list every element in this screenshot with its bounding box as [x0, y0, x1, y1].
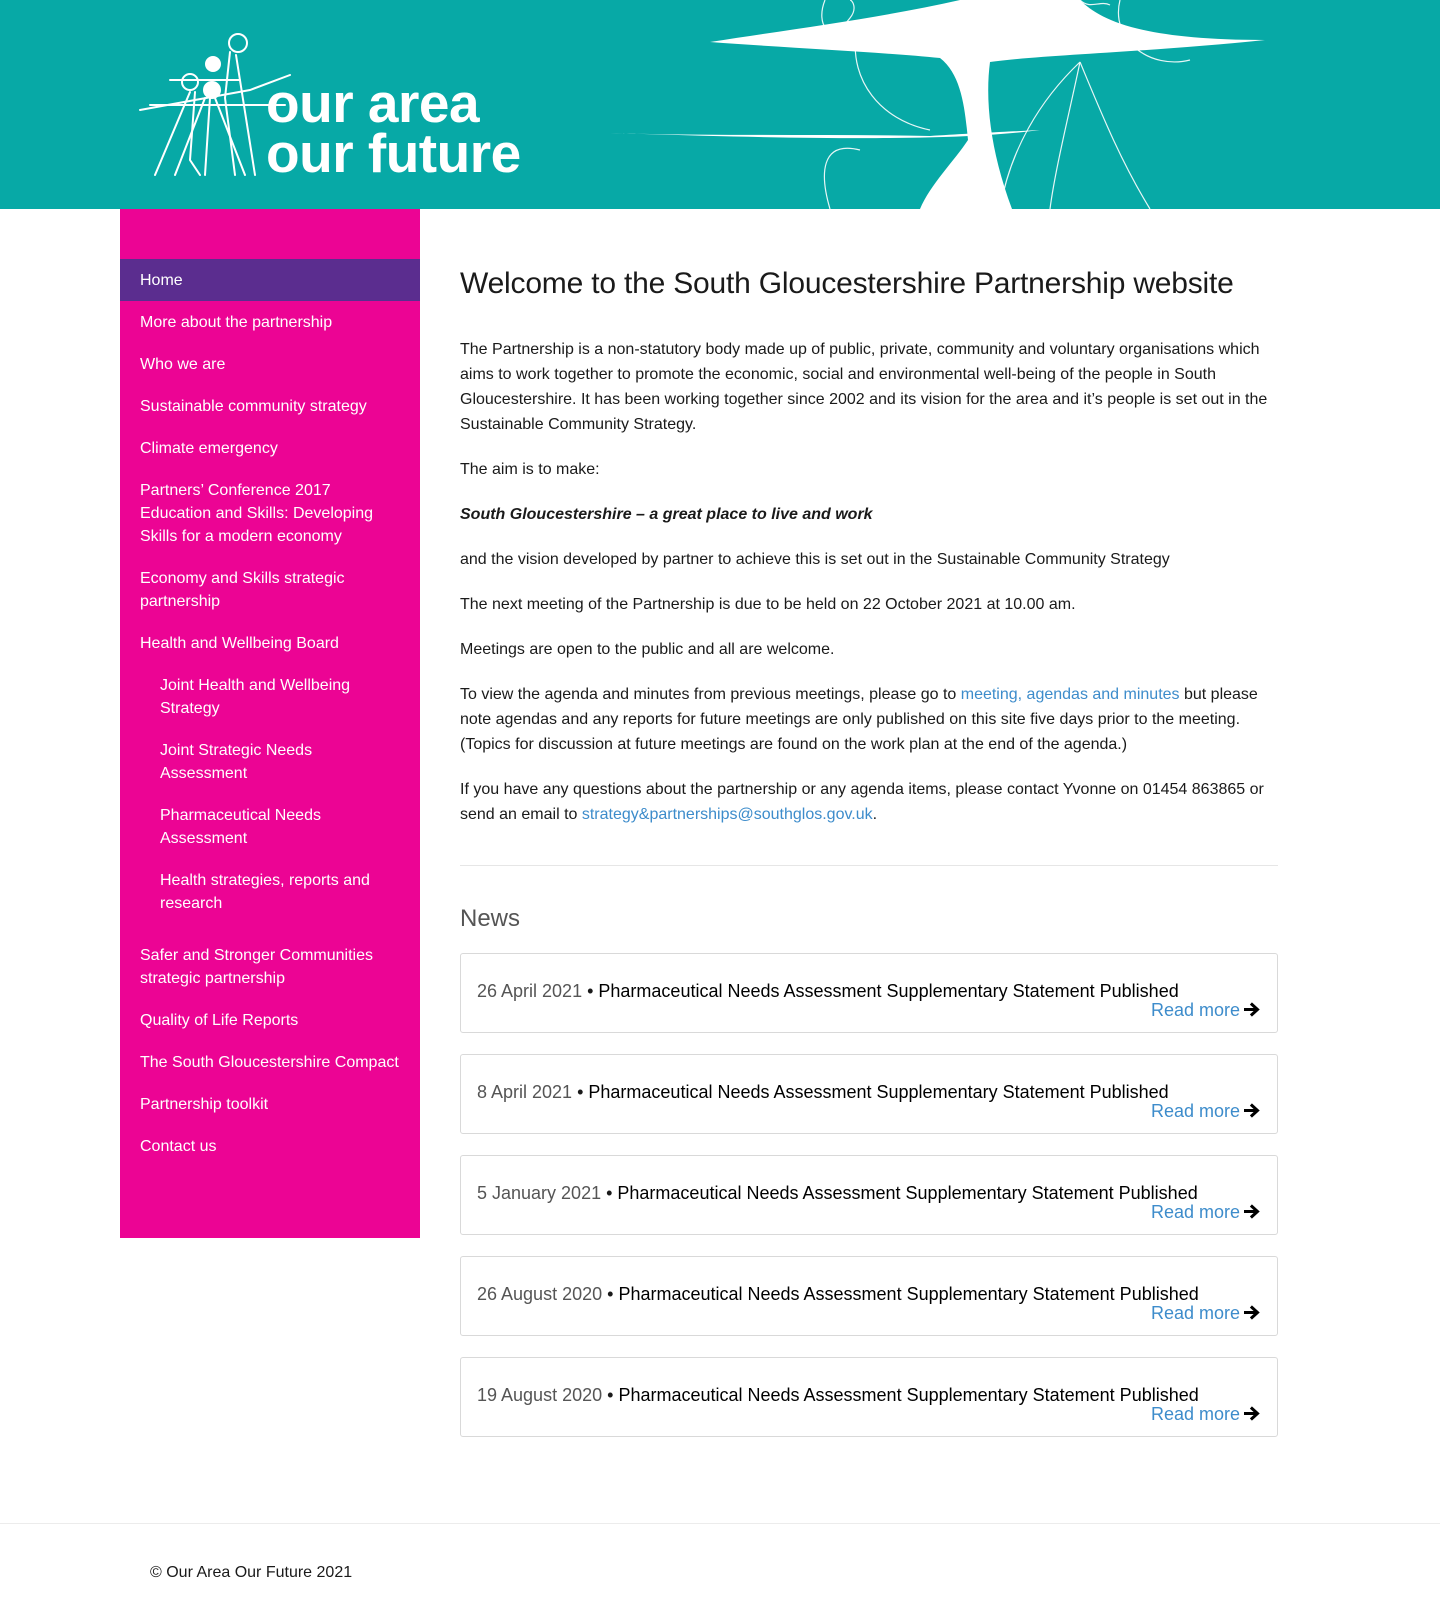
site-logo[interactable]: our area our future: [266, 72, 521, 184]
news-separator: •: [572, 1082, 589, 1102]
read-more-link[interactable]: Read more: [1151, 1200, 1261, 1224]
sidebar-item-contact-us[interactable]: Contact us: [120, 1125, 420, 1167]
main-content: Welcome to the South Gloucestershire Par…: [460, 209, 1278, 1458]
sidebar-item-compact[interactable]: The South Gloucestershire Compact: [120, 1041, 420, 1083]
news-headline: Pharmaceutical Needs Assessment Suppleme…: [618, 1284, 1199, 1304]
news-date: 19 August 2020: [477, 1385, 603, 1405]
sidebar-subitem-pharmaceutical-needs[interactable]: Pharmaceutical Needs Assessment: [120, 794, 420, 859]
nav-list: Home More about the partnership Who we a…: [120, 209, 420, 1167]
site-header: our area our future: [0, 0, 1440, 209]
site-footer: © Our Area Our Future 2021: [0, 1523, 1440, 1618]
news-list: 26 April 2021 • Pharmaceutical Needs Ass…: [460, 953, 1278, 1437]
news-heading: News: [460, 905, 521, 932]
news-headline: Pharmaceutical Needs Assessment Suppleme…: [588, 1082, 1169, 1102]
vision-statement: South Gloucestershire – a great place to…: [460, 506, 873, 523]
meetings-agendas-link[interactable]: meeting, agendas and minutes: [961, 686, 1180, 703]
page-title: Welcome to the South Gloucestershire Par…: [460, 267, 1234, 300]
news-card[interactable]: 26 August 2020 • Pharmaceutical Needs As…: [460, 1256, 1278, 1336]
sidebar-item-quality-of-life[interactable]: Quality of Life Reports: [120, 999, 420, 1041]
read-more-link[interactable]: Read more: [1151, 1402, 1261, 1426]
news-card[interactable]: 19 August 2020 • Pharmaceutical Needs As…: [460, 1357, 1278, 1437]
email-link[interactable]: strategy&partnerships@southglos.gov.uk: [582, 806, 873, 823]
sidebar-subitem-health-strategies[interactable]: Health strategies, reports and research: [120, 859, 420, 924]
sidebar-subitem-jsna[interactable]: Joint Strategic Needs Assessment: [120, 729, 420, 794]
news-separator: •: [602, 1385, 619, 1405]
sidebar-item-sustainable-strategy[interactable]: Sustainable community strategy: [120, 385, 420, 427]
agenda-paragraph: To view the agenda and minutes from prev…: [460, 682, 1278, 757]
sidebar-item-climate-emergency[interactable]: Climate emergency: [120, 427, 420, 469]
meetings-open-paragraph: Meetings are open to the public and all …: [460, 641, 835, 658]
header-decoration-icon: [139, 0, 1265, 209]
news-date: 26 April 2021: [477, 981, 583, 1001]
read-more-label: Read more: [1150, 1202, 1240, 1222]
vision-paragraph: and the vision developed by partner to a…: [460, 551, 1170, 568]
read-more-link[interactable]: Read more: [1151, 1099, 1261, 1123]
arrow-right-icon: [1244, 1103, 1260, 1118]
sidebar-nav: Home More about the partnership Who we a…: [120, 209, 420, 1238]
sidebar-item-toolkit[interactable]: Partnership toolkit: [120, 1083, 420, 1125]
news-separator: •: [602, 1284, 619, 1304]
sidebar-item-economy-skills[interactable]: Economy and Skills strategic partnership: [120, 557, 420, 622]
news-headline: Pharmaceutical Needs Assessment Suppleme…: [598, 981, 1179, 1001]
sidebar-item-more-about[interactable]: More about the partnership: [120, 301, 420, 343]
logo-line-2: our future: [266, 122, 521, 184]
news-date: 8 April 2021: [477, 1082, 573, 1102]
read-more-label: Read more: [1150, 1000, 1240, 1020]
content-divider: [460, 865, 1278, 866]
read-more-label: Read more: [1150, 1303, 1240, 1323]
read-more-label: Read more: [1150, 1404, 1240, 1424]
arrow-right-icon: [1244, 1204, 1260, 1219]
news-headline: Pharmaceutical Needs Assessment Suppleme…: [617, 1183, 1198, 1203]
intro-paragraph: The Partnership is a non-statutory body …: [460, 341, 1268, 433]
contact-paragraph: If you have any questions about the part…: [460, 777, 1278, 827]
agenda-text-before: To view the agenda and minutes from prev…: [460, 686, 961, 703]
news-separator: •: [582, 981, 599, 1001]
logo-line-1: our area: [266, 72, 480, 134]
news-date: 5 January 2021: [477, 1183, 602, 1203]
sidebar-item-health-wellbeing-board[interactable]: Health and Wellbeing Board: [120, 622, 420, 664]
sidebar-item-safer-stronger[interactable]: Safer and Stronger Communities strategic…: [120, 934, 420, 999]
read-more-label: Read more: [1150, 1101, 1240, 1121]
sidebar-item-partners-conference[interactable]: Partners’ Conference 2017 Education and …: [120, 469, 420, 557]
read-more-link[interactable]: Read more: [1151, 1301, 1261, 1325]
arrow-right-icon: [1244, 1002, 1260, 1017]
copyright-text: © Our Area Our Future 2021: [150, 1564, 353, 1581]
next-meeting-paragraph: The next meeting of the Partnership is d…: [460, 596, 1076, 613]
news-headline: Pharmaceutical Needs Assessment Suppleme…: [618, 1385, 1199, 1405]
arrow-right-icon: [1244, 1406, 1260, 1421]
news-date: 26 August 2020: [477, 1284, 603, 1304]
sidebar-item-who-we-are[interactable]: Who we are: [120, 343, 420, 385]
arrow-right-icon: [1244, 1305, 1260, 1320]
news-card[interactable]: 26 April 2021 • Pharmaceutical Needs Ass…: [460, 953, 1278, 1033]
contact-text-after: .: [872, 806, 878, 823]
news-card[interactable]: 5 January 2021 • Pharmaceutical Needs As…: [460, 1155, 1278, 1235]
news-separator: •: [601, 1183, 618, 1203]
aim-paragraph: The aim is to make:: [460, 461, 600, 478]
sidebar-item-home[interactable]: Home: [120, 259, 420, 301]
news-card[interactable]: 8 April 2021 • Pharmaceutical Needs Asse…: [460, 1054, 1278, 1134]
read-more-link[interactable]: Read more: [1151, 998, 1261, 1022]
sidebar-subitem-joint-health-strategy[interactable]: Joint Health and Wellbeing Strategy: [120, 664, 420, 729]
